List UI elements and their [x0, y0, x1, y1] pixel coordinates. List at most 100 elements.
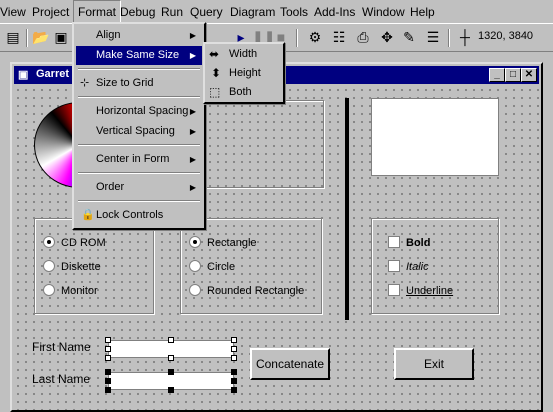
menu-separator [78, 200, 200, 202]
resize-handle[interactable] [105, 387, 111, 393]
resize-handle[interactable] [231, 355, 237, 361]
submenu-both[interactable]: ⬚ Both [207, 83, 281, 102]
resize-handle[interactable] [105, 378, 111, 384]
format-menu: Align ▶ Make Same Size ▶ ⊹ Size to Grid Hor… [72, 22, 206, 230]
drive-frame[interactable]: CD ROM Diskette Monitor [34, 218, 154, 314]
resize-handle[interactable] [168, 355, 174, 361]
menu-horizontal-spacing[interactable]: Horizontal Spacing ▶ [76, 102, 202, 121]
open-folder-icon[interactable]: 📂 [32, 28, 50, 46]
toolbar-separator [448, 29, 450, 47]
radio-rounded-rectangle-indicator[interactable] [189, 284, 201, 296]
check-underline-box[interactable] [388, 284, 400, 296]
menu-format[interactable]: Format [73, 0, 122, 24]
submenu-arrow-icon: ▶ [189, 31, 196, 40]
toolbar-separator [296, 29, 298, 47]
resize-handle[interactable] [231, 387, 237, 393]
menu-horizontal-spacing-label: Horizontal Spacing [96, 105, 189, 117]
submenu-arrow-icon: ▶ [189, 155, 196, 164]
resize-handle[interactable] [231, 369, 237, 375]
menu-align[interactable]: Align ▶ [76, 26, 202, 45]
menu-make-same-size[interactable]: Make Same Size ▶ [76, 46, 202, 65]
check-underline[interactable]: Underline [388, 281, 453, 301]
menu-help[interactable]: Help [406, 0, 439, 24]
font-style-frame[interactable]: Bold Italic Underline [371, 218, 499, 314]
radio-rounded-rectangle[interactable]: Rounded Rectangle [189, 281, 304, 301]
menu-run[interactable]: Run [157, 0, 187, 24]
form-layout-icon[interactable]: ⎙ [354, 28, 372, 46]
menu-debug[interactable]: Debug [116, 0, 159, 24]
menu-window[interactable]: Window [358, 0, 409, 24]
radio-monitor-label: Monitor [61, 285, 98, 297]
radio-rectangle[interactable]: Rectangle [189, 233, 257, 253]
resize-handle[interactable] [168, 369, 174, 375]
concatenate-button[interactable]: Concatenate [250, 348, 330, 380]
menu-separator [78, 68, 200, 70]
check-underline-label: Underline [406, 285, 454, 297]
menu-view[interactable]: View [0, 0, 30, 24]
resize-handle[interactable] [105, 346, 111, 352]
check-italic-box[interactable] [388, 260, 400, 272]
menu-tools[interactable]: Tools [276, 0, 312, 24]
menu-add-ins[interactable]: Add-Ins [310, 0, 359, 24]
shape-frame[interactable]: Rectangle Circle Rounded Rectangle [180, 218, 322, 314]
maximize-button[interactable]: □ [505, 68, 521, 82]
resize-handle[interactable] [231, 378, 237, 384]
resize-handle[interactable] [105, 337, 111, 343]
radio-diskette-label: Diskette [61, 261, 101, 273]
resize-handle[interactable] [168, 337, 174, 343]
menu-vertical-spacing[interactable]: Vertical Spacing ▶ [76, 122, 202, 141]
radio-circle[interactable]: Circle [189, 257, 235, 277]
position-readout: 1320, 3840 [478, 30, 534, 42]
vertical-line[interactable] [345, 98, 349, 320]
picture-box[interactable] [371, 98, 499, 176]
menu-bar: View Project Format Debug Run Query Diag… [0, 0, 553, 24]
menu-separator [78, 144, 200, 146]
menu-project[interactable]: Project [28, 0, 73, 24]
save-icon[interactable]: ▣ [52, 28, 70, 46]
menu-order-label: Order [96, 181, 125, 193]
check-bold-box[interactable] [388, 236, 400, 248]
menu-lock-controls[interactable]: 🔒 Lock Controls [76, 206, 202, 225]
submenu-height[interactable]: ⬍ Height [207, 64, 281, 83]
empty-frame[interactable] [194, 100, 324, 188]
data-view-icon[interactable]: ☰ [424, 28, 442, 46]
radio-monitor[interactable]: Monitor [43, 281, 98, 301]
radio-circle-indicator[interactable] [189, 260, 201, 272]
submenu-width[interactable]: ⬌ Width [207, 45, 281, 64]
radio-circle-label: Circle [207, 261, 236, 273]
menu-center-in-form[interactable]: Center in Form ▶ [76, 150, 202, 169]
check-italic[interactable]: Italic [388, 257, 429, 277]
submenu-arrow-icon: ▶ [189, 107, 196, 116]
menu-query[interactable]: Query [186, 0, 227, 24]
submenu-arrow-icon: ▶ [189, 127, 196, 136]
properties-icon[interactable]: ▤ [4, 28, 22, 46]
menu-lock-controls-label: Lock Controls [96, 209, 164, 221]
radio-rectangle-indicator[interactable] [189, 236, 201, 248]
radio-diskette[interactable]: Diskette [43, 257, 101, 277]
resize-handle[interactable] [231, 337, 237, 343]
menu-diagram[interactable]: Diagram [226, 0, 279, 24]
menu-order[interactable]: Order ▶ [76, 178, 202, 197]
radio-diskette-indicator[interactable] [43, 260, 55, 272]
menu-size-to-grid[interactable]: ⊹ Size to Grid [76, 74, 202, 93]
project-explorer-icon[interactable]: ⚙ [306, 28, 324, 46]
close-button[interactable]: ✕ [521, 68, 537, 82]
exit-button[interactable]: Exit [394, 348, 474, 380]
radio-cd-rom[interactable]: CD ROM [43, 233, 106, 253]
resize-handle[interactable] [231, 346, 237, 352]
resize-handle[interactable] [105, 355, 111, 361]
radio-rectangle-label: Rectangle [207, 237, 257, 249]
submenu-width-label: Width [229, 48, 258, 60]
submenu-arrow-icon: ▶ [189, 51, 196, 60]
resize-handle[interactable] [168, 387, 174, 393]
menu-separator [78, 96, 200, 98]
object-browser-icon[interactable]: ✥ [378, 28, 396, 46]
radio-cd-rom-indicator[interactable] [43, 236, 55, 248]
minimize-button[interactable]: _ [489, 68, 505, 82]
resize-handle[interactable] [105, 369, 111, 375]
toolbox-icon[interactable]: ✎ [400, 28, 418, 46]
properties-window-icon[interactable]: ☷ [330, 28, 348, 46]
submenu-both-label: Both [229, 86, 252, 98]
radio-monitor-indicator[interactable] [43, 284, 55, 296]
check-bold[interactable]: Bold [388, 233, 430, 253]
